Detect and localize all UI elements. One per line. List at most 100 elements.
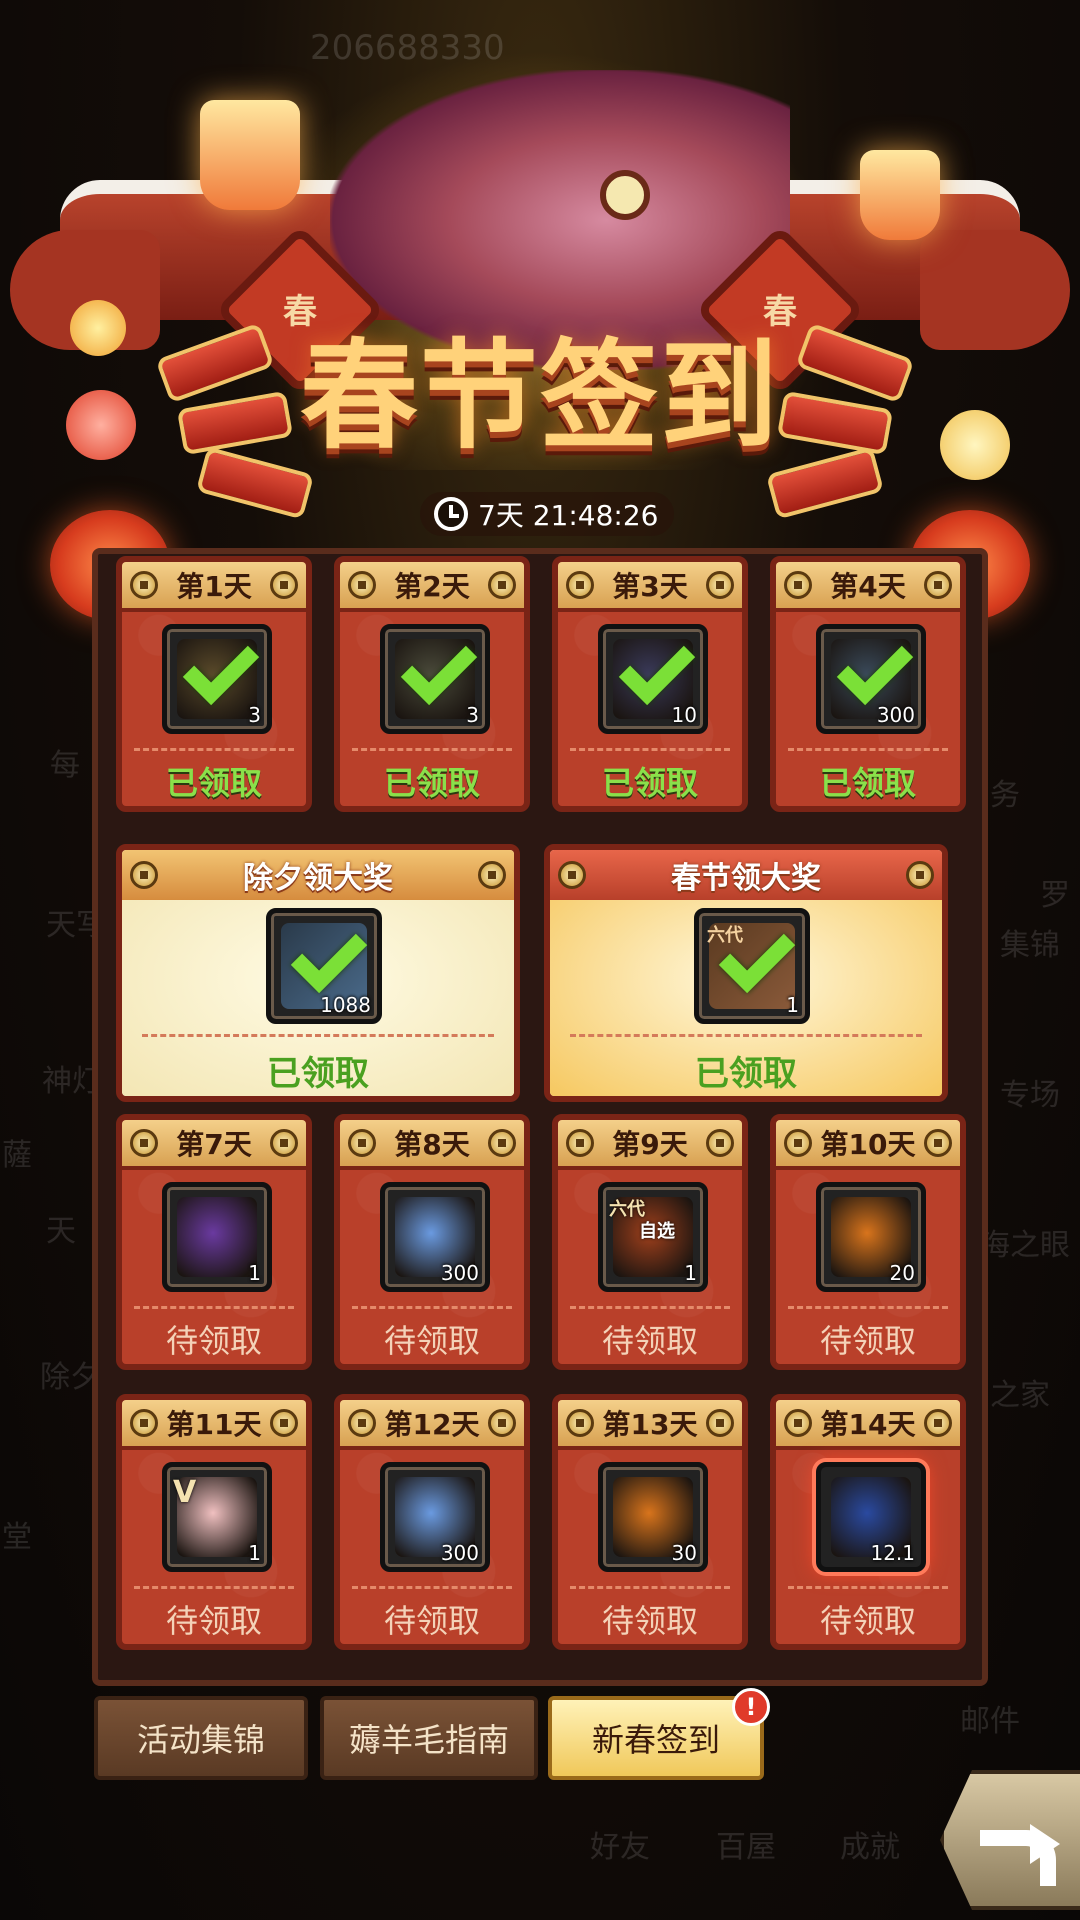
bg-label: 百屋	[716, 1830, 776, 1865]
bg-label: 务	[990, 778, 1020, 813]
day-card[interactable]: 第11天 V 1 待领取	[116, 1394, 312, 1650]
day-card-head: 第3天	[558, 562, 742, 612]
event-title-wrap: 春节签到	[270, 300, 810, 465]
coin-icon	[558, 861, 586, 889]
bg-label: 集锦	[1000, 928, 1060, 963]
day-label: 第7天	[176, 1128, 252, 1161]
day-card[interactable]: 第9天 六代 自选 1 待领取	[552, 1114, 748, 1370]
divider	[570, 1306, 730, 1309]
tab-freebie-guide[interactable]: 薅羊毛指南	[320, 1696, 538, 1780]
coin-icon	[348, 1129, 376, 1157]
day-card[interactable]: 第13天 30 待领取	[552, 1394, 748, 1650]
tab-new-year-sign-in[interactable]: 新春签到 !	[548, 1688, 770, 1780]
divider	[134, 1306, 294, 1309]
bg-label: 海之眼	[980, 1228, 1070, 1263]
status-pending: 待领取	[383, 1602, 480, 1640]
clock-icon	[434, 497, 468, 531]
day-label: 第4天	[830, 570, 906, 603]
day-card[interactable]: 第7天 1 待领取	[116, 1114, 312, 1370]
day-label: 第3天	[612, 570, 688, 603]
sky-lantern-icon	[860, 150, 940, 240]
status-claimed: 已领取	[383, 764, 480, 802]
status-claimed: 已领取	[695, 1054, 797, 1094]
big-reward-body: 六代 1 已领取	[550, 900, 942, 1096]
divider	[788, 748, 948, 751]
coin-icon	[487, 571, 516, 599]
day-card[interactable]: 第1天 3 已领取	[116, 556, 312, 812]
status-claimed: 已领取	[165, 764, 262, 802]
item-quantity: 300	[440, 1261, 479, 1285]
plum-flower-icon	[66, 390, 136, 460]
reward-item-slot: 30	[598, 1462, 708, 1572]
reward-item-slot: 300	[380, 1462, 490, 1572]
reward-item-slot: 六代 自选 1	[598, 1182, 708, 1292]
coin-icon	[906, 861, 934, 889]
coin-icon	[130, 1129, 158, 1157]
day-label: 第11天	[166, 1408, 262, 1441]
bg-label: 薩	[2, 1138, 32, 1173]
day-card-head: 第1天	[122, 562, 306, 612]
plum-flower-icon	[940, 410, 1010, 480]
item-text: 六代	[707, 925, 743, 946]
day-card-head: 第13天	[558, 1400, 742, 1450]
status-pending: 待领取	[601, 1602, 698, 1640]
tab-activity-collection[interactable]: 活动集锦	[94, 1696, 308, 1780]
tab-label: 薅羊毛指南	[348, 1721, 509, 1759]
big-reward-body: 1088 已领取	[122, 900, 514, 1096]
divider	[352, 1306, 512, 1309]
divider	[788, 1306, 948, 1309]
roof-eave-right	[920, 230, 1070, 350]
coin-icon	[784, 1129, 812, 1157]
day-card[interactable]: 第3天 10 已领取	[552, 556, 748, 812]
item-quantity: 300	[876, 703, 915, 727]
bg-label: 罗	[1040, 878, 1070, 913]
day-card-head: 第14天	[776, 1400, 960, 1450]
coin-icon	[488, 1409, 516, 1437]
big-reward-head: 除夕领大奖	[122, 850, 514, 900]
bg-label: 堂	[2, 1520, 32, 1555]
day-card[interactable]: 第4天 300 已领取	[770, 556, 966, 812]
day-label: 第14天	[820, 1408, 916, 1441]
tab-label: 新春签到	[591, 1721, 720, 1759]
day-card[interactable]: 第12天 300 待领取	[334, 1394, 530, 1650]
coin-icon	[130, 1409, 158, 1437]
day-card[interactable]: 第8天 300 待领取	[334, 1114, 530, 1370]
bg-label: 好友	[590, 1830, 650, 1865]
bg-label: 专场	[1000, 1078, 1060, 1113]
coin-icon	[348, 1409, 376, 1437]
item-quantity: 3	[248, 703, 261, 727]
day-card-head: 第4天	[776, 562, 960, 612]
day-label: 第2天	[394, 570, 470, 603]
coin-icon	[566, 571, 594, 599]
golden-claw-chest-icon	[177, 1197, 257, 1277]
day-card[interactable]: 第2天 3 已领取	[334, 556, 530, 812]
status-claimed: 已领取	[819, 764, 916, 802]
coin-icon	[706, 1409, 734, 1437]
day-card[interactable]: 第14天 12.1 待领取	[770, 1394, 966, 1650]
item-quantity: 3	[466, 703, 479, 727]
coin-icon	[269, 1129, 298, 1157]
status-pending: 待领取	[819, 1602, 916, 1640]
divider	[352, 1586, 512, 1589]
alert-badge: !	[732, 1688, 770, 1726]
event-title: 春节签到	[299, 327, 780, 465]
coin-icon	[924, 1129, 952, 1157]
bg-label: 成就	[840, 1830, 900, 1865]
big-reward-spring[interactable]: 春节领大奖 六代 1 已领取	[544, 844, 948, 1102]
day-card[interactable]: 第10天 20 待领取	[770, 1114, 966, 1370]
sky-lantern-icon	[200, 100, 300, 210]
divider	[570, 1034, 922, 1037]
reward-item-slot: 300	[380, 1182, 490, 1292]
reward-item-slot: 六代 1	[694, 908, 810, 1024]
status-pending: 待领取	[601, 1322, 698, 1360]
bg-label: 之家	[990, 1378, 1050, 1413]
share-arrow-icon	[980, 1810, 1060, 1886]
big-reward-eve[interactable]: 除夕领大奖 1088 已领取	[116, 844, 520, 1102]
coin-icon	[566, 1409, 594, 1437]
item-quantity: 30	[671, 1541, 697, 1565]
reward-item-slot: 12.1	[816, 1462, 926, 1572]
status-pending: 待领取	[165, 1602, 262, 1640]
coin-icon	[923, 571, 952, 599]
coin-icon	[348, 571, 376, 599]
status-claimed: 已领取	[267, 1054, 369, 1094]
